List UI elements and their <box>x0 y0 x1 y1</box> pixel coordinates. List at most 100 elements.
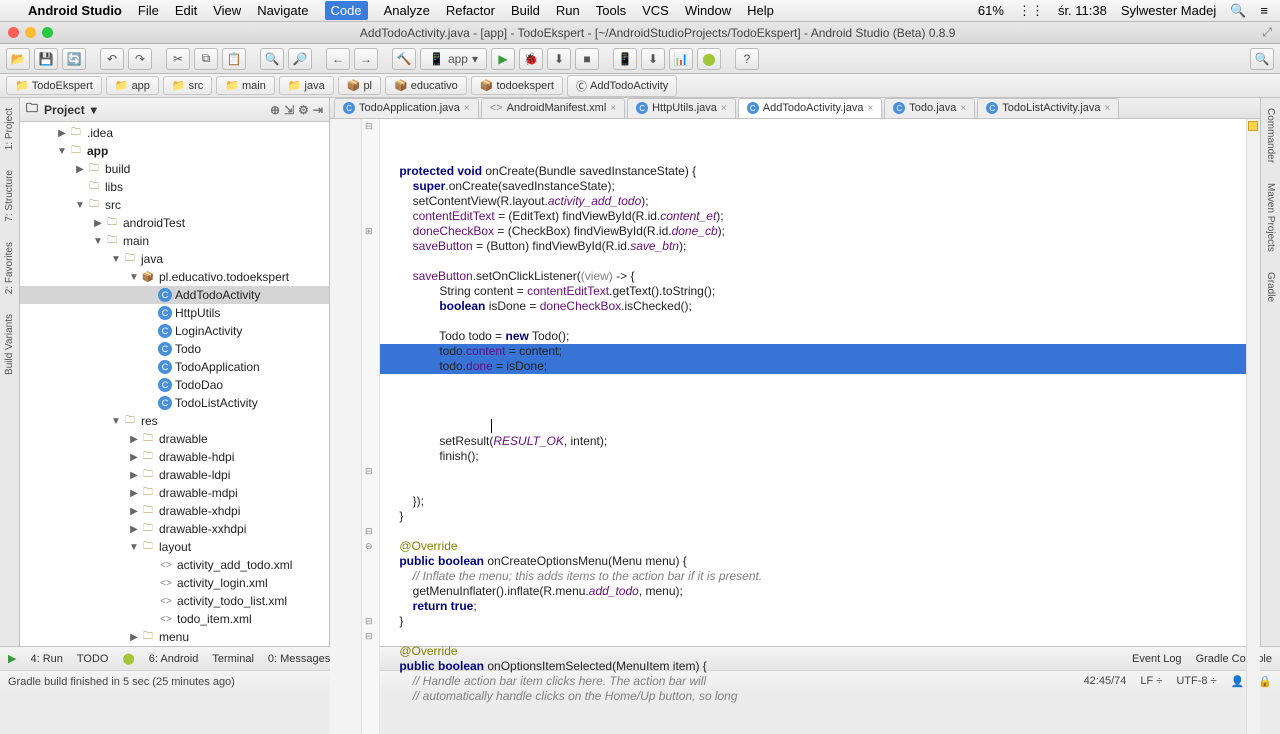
close-tab-icon[interactable]: × <box>721 103 727 114</box>
tree-item[interactable]: <>activity_add_todo.xml <box>20 556 329 574</box>
tree-item[interactable]: CHttpUtils <box>20 304 329 322</box>
copy-button[interactable]: ⧉ <box>194 48 218 70</box>
fullscreen-icon[interactable]: ⤢ <box>1254 25 1280 40</box>
menu-edit[interactable]: Edit <box>175 3 197 18</box>
close-tab-icon[interactable]: × <box>610 103 616 114</box>
tree-item[interactable]: ▶🗀drawable-hdpi <box>20 448 329 466</box>
code-editor[interactable]: ⊟ ⊞ ⊟ ⊟ ⊖ ⊟ ⊟ protected void onCreate(Bu… <box>330 119 1260 734</box>
find-button[interactable]: 🔍 <box>260 48 284 70</box>
zoom-window-icon[interactable] <box>42 27 53 38</box>
crumb-pl[interactable]: 📦 pl <box>338 76 381 95</box>
menu-extras-icon[interactable]: ≡ <box>1260 3 1268 18</box>
tree-item[interactable]: ▼🗀java <box>20 250 329 268</box>
bottom-run[interactable]: 4: Run <box>30 653 62 665</box>
wifi-icon[interactable]: ⋮⋮ <box>1018 3 1044 19</box>
settings-icon[interactable]: ⚙ <box>298 103 309 117</box>
menu-analyze[interactable]: Analyze <box>384 3 430 18</box>
error-stripe[interactable] <box>1246 119 1260 734</box>
tree-item[interactable]: CTodoListActivity <box>20 394 329 412</box>
tree-item[interactable]: ▼🗀app <box>20 142 329 160</box>
expand-icon[interactable]: ▶ <box>92 218 104 229</box>
sync-button[interactable]: 🔄 <box>62 48 86 70</box>
expand-icon[interactable]: ▼ <box>92 236 104 247</box>
user-name[interactable]: Sylwester Madej <box>1121 3 1216 18</box>
project-header[interactable]: 🗀Project▾ ⊕ ⇲ ⚙ ⇥ <box>20 98 329 122</box>
lock-icon[interactable]: 🔒 <box>1258 675 1272 688</box>
expand-icon[interactable]: ▶ <box>74 164 86 175</box>
tree-item[interactable]: 🗀libs <box>20 178 329 196</box>
scroll-to-icon[interactable]: ⊕ <box>270 103 280 117</box>
tree-item[interactable]: ▶🗀drawable-xhdpi <box>20 502 329 520</box>
tree-item[interactable]: ▼🗀layout <box>20 538 329 556</box>
open-button[interactable]: 📂 <box>6 48 30 70</box>
menu-view[interactable]: View <box>213 3 241 18</box>
stop-button[interactable]: ■ <box>575 48 599 70</box>
run-config-selector[interactable]: 📱 app ▾ <box>420 48 487 70</box>
strip-structure[interactable]: 7: Structure <box>4 170 15 222</box>
code-content[interactable]: protected void onCreate(Bundle savedInst… <box>380 119 1246 734</box>
tree-item[interactable]: ▶🗀drawable <box>20 430 329 448</box>
tree-item[interactable]: CTodoApplication <box>20 358 329 376</box>
editor-tab[interactable]: CTodo.java× <box>884 98 975 118</box>
monitor-button[interactable]: 📊 <box>669 48 693 70</box>
menu-file[interactable]: File <box>138 3 159 18</box>
sdk-button[interactable]: ⬇ <box>641 48 665 70</box>
avd-button[interactable]: 📱 <box>613 48 637 70</box>
traffic-lights[interactable] <box>0 27 61 38</box>
tree-item[interactable]: CLoginActivity <box>20 322 329 340</box>
tree-item[interactable]: ▶🗀.idea <box>20 124 329 142</box>
debug-button[interactable]: 🐞 <box>519 48 543 70</box>
menu-vcs[interactable]: VCS <box>642 3 669 18</box>
forward-button[interactable]: → <box>354 48 378 70</box>
bottom-messages[interactable]: 0: Messages <box>268 653 330 665</box>
android-button[interactable]: ⬤ <box>697 48 721 70</box>
expand-icon[interactable]: ▶ <box>128 452 140 463</box>
strip-gradle[interactable]: Gradle <box>1265 272 1276 302</box>
crumb-module[interactable]: 📁 app <box>106 76 159 95</box>
tree-item[interactable]: <>todo_item.xml <box>20 610 329 628</box>
tree-item[interactable]: ▼🗀res <box>20 412 329 430</box>
fold-gutter[interactable]: ⊟ ⊞ ⊟ ⊟ ⊖ ⊟ ⊟ <box>362 119 380 734</box>
strip-commander[interactable]: Commander <box>1265 108 1276 163</box>
menu-tools[interactable]: Tools <box>596 3 626 18</box>
tree-item[interactable]: ▶🗀androidTest <box>20 214 329 232</box>
crumb-class[interactable]: Ⓒ AddTodoActivity <box>567 75 677 97</box>
tree-item[interactable]: CTodoDao <box>20 376 329 394</box>
crumb-project[interactable]: 📁 TodoEkspert <box>6 76 102 95</box>
expand-icon[interactable]: ▶ <box>128 632 140 643</box>
tree-item[interactable]: ▶🗀drawable-ldpi <box>20 466 329 484</box>
back-button[interactable]: ← <box>326 48 350 70</box>
expand-icon[interactable]: ▶ <box>128 488 140 499</box>
close-window-icon[interactable] <box>8 27 19 38</box>
collapse-icon[interactable]: ⇲ <box>284 103 294 117</box>
close-tab-icon[interactable]: × <box>464 103 470 114</box>
expand-icon[interactable]: ▼ <box>110 416 122 427</box>
tree-item[interactable]: ▼🗀main <box>20 232 329 250</box>
warning-marker-icon[interactable] <box>1248 121 1258 131</box>
make-button[interactable]: 🔨 <box>392 48 416 70</box>
spotlight-icon[interactable]: 🔍 <box>1230 3 1246 19</box>
tree-item[interactable]: ▼🗀src <box>20 196 329 214</box>
tree-item[interactable]: <>activity_login.xml <box>20 574 329 592</box>
cut-button[interactable]: ✂ <box>166 48 190 70</box>
strip-build-variants[interactable]: Build Variants <box>4 314 15 375</box>
project-tree[interactable]: ▶🗀.idea▼🗀app▶🗀build🗀libs▼🗀src▶🗀androidTe… <box>20 122 329 646</box>
replace-button[interactable]: 🔎 <box>288 48 312 70</box>
run-button[interactable]: ▶ <box>491 48 515 70</box>
datetime[interactable]: śr. 11:38 <box>1058 3 1107 18</box>
strip-maven[interactable]: Maven Projects <box>1265 183 1276 252</box>
crumb-educativo[interactable]: 📦 educativo <box>385 76 467 95</box>
hide-icon[interactable]: ⇥ <box>313 103 323 117</box>
tree-item[interactable]: ▶🗀menu <box>20 628 329 646</box>
editor-tab[interactable]: CHttpUtils.java× <box>627 98 736 118</box>
menu-navigate[interactable]: Navigate <box>257 3 308 18</box>
editor-tab[interactable]: CTodoApplication.java× <box>334 98 479 118</box>
expand-icon[interactable]: ▶ <box>128 434 140 445</box>
tree-item[interactable]: CAddTodoActivity <box>20 286 329 304</box>
crumb-java[interactable]: 📁 java <box>279 76 334 95</box>
expand-icon[interactable]: ▶ <box>128 524 140 535</box>
menu-help[interactable]: Help <box>747 3 774 18</box>
expand-icon[interactable]: ▼ <box>74 200 86 211</box>
editor-tab[interactable]: <>AndroidManifest.xml× <box>481 98 625 118</box>
crumb-todoekspert[interactable]: 📦 todoekspert <box>471 76 563 95</box>
